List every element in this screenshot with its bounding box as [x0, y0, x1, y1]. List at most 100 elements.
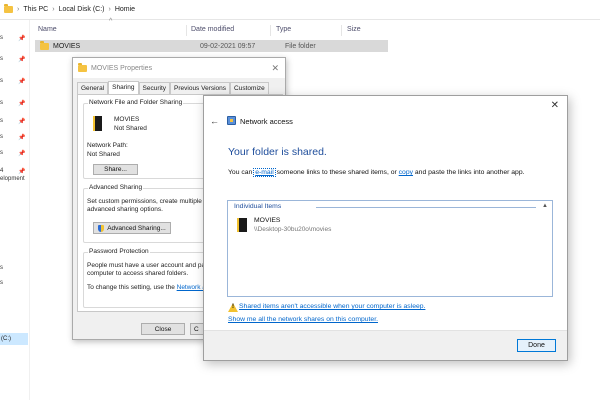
tab-previous-versions[interactable]: Previous Versions [170, 82, 231, 94]
advanced-desc-line2: advanced sharing options. [87, 206, 163, 213]
folder-icon [4, 4, 13, 13]
password-change-label: To change this setting, use the [87, 284, 175, 291]
sidebar-item[interactable]: s [0, 280, 3, 286]
done-button[interactable]: Done [517, 339, 556, 352]
advanced-sharing-label: Advanced Sharing... [107, 224, 166, 232]
file-type: File folder [285, 42, 316, 50]
advanced-desc-line1: Set custom permissions, create multiple … [87, 198, 211, 205]
network-share-icon [227, 116, 236, 125]
group-title: Password Protection [88, 248, 150, 255]
desc-text: someone links to these shared items, or [274, 169, 399, 176]
network-path-label: Network Path: [87, 142, 128, 149]
tab-customize[interactable]: Customize [230, 82, 269, 94]
close-button[interactable]: Close [141, 323, 185, 335]
copy-link[interactable]: copy [399, 169, 413, 176]
properties-tabs: General Sharing Security Previous Versio… [77, 81, 269, 94]
close-icon[interactable]: ✕ [551, 100, 559, 111]
column-divider[interactable] [186, 25, 187, 36]
password-desc-line1: People must have a user account and pa [87, 262, 206, 269]
sidebar-item[interactable]: s [0, 78, 3, 84]
sidebar-item[interactable]: s [0, 118, 3, 124]
column-header-size[interactable]: Size [347, 26, 361, 33]
file-date: 09-02-2021 09:57 [200, 42, 256, 50]
sort-caret-icon: ^ [109, 18, 113, 25]
pin-icon: 📌 [18, 169, 26, 175]
sidebar-item[interactable]: s [0, 56, 3, 62]
file-row-movies[interactable]: MOVIES 09-02-2021 09:57 File folder [35, 40, 388, 52]
individual-items-header[interactable]: Individual Items ▲ [228, 201, 552, 212]
sidebar-item[interactable]: elopment [0, 176, 25, 182]
shared-heading: Your folder is shared. [228, 146, 327, 158]
pin-icon: 📌 [18, 151, 26, 157]
navigation-pane[interactable]: s 📌 s 📌 s 📌 s 📌 s 📌 s 📌 s 📌 4 📌 elopment… [0, 20, 30, 400]
breadcrumb-this-pc[interactable]: This PC [23, 6, 48, 13]
network-path-value: Not Shared [87, 151, 120, 158]
address-bar[interactable]: › This PC › Local Disk (C:) › Homie [0, 0, 600, 20]
column-header-date[interactable]: Date modified [191, 26, 234, 33]
share-description: You can e-mail someone links to these sh… [228, 168, 525, 177]
chevron-right-icon: › [108, 6, 111, 13]
sidebar-item[interactable]: s [0, 35, 3, 41]
pin-icon: 📌 [18, 135, 26, 141]
close-icon[interactable]: ✕ [271, 63, 279, 74]
folder-icon [93, 116, 102, 131]
password-protection-group: Password Protection People must have a u… [83, 248, 209, 308]
folder-name: MOVIES [114, 116, 140, 123]
show-network-shares-link[interactable]: Show me all the network shares on this c… [228, 316, 378, 323]
folder-icon [40, 40, 49, 50]
folder-icon [237, 218, 247, 232]
header-divider [316, 207, 536, 208]
advanced-sharing-group: Advanced Sharing Set custom permissions,… [83, 184, 211, 243]
network-sharing-center-link[interactable]: Network a [177, 284, 206, 291]
pin-icon: 📌 [18, 119, 26, 125]
sidebar-item[interactable]: 4 [0, 168, 3, 174]
sidebar-item-local-disk[interactable]: (C:) [0, 333, 28, 345]
group-title: Network File and Folder Sharing [88, 99, 184, 106]
breadcrumb-homie[interactable]: Homie [115, 6, 135, 13]
column-header-type[interactable]: Type [276, 26, 291, 33]
advanced-sharing-button[interactable]: Advanced Sharing... [93, 222, 171, 234]
asleep-warning-link[interactable]: Shared items aren't accessible when your… [239, 303, 425, 310]
column-divider[interactable] [270, 25, 271, 36]
warning-icon [228, 303, 238, 312]
shared-item-path[interactable]: \\Desktop-30bu20o\movies [254, 226, 331, 233]
column-header-name[interactable]: Name [38, 26, 57, 33]
chevron-right-icon: › [17, 6, 20, 13]
chevron-up-icon[interactable]: ▲ [542, 201, 548, 212]
group-title: Advanced Sharing [88, 184, 144, 191]
dialog-footer: Done [204, 330, 567, 360]
tab-sharing[interactable]: Sharing [108, 81, 139, 94]
properties-titlebar[interactable]: MOVIES Properties [73, 58, 285, 78]
folder-icon [78, 62, 87, 72]
tab-security[interactable]: Security [138, 82, 171, 94]
share-button[interactable]: Share... [93, 164, 138, 175]
folder-share-status: Not Shared [114, 125, 147, 132]
file-name: MOVIES [53, 42, 81, 50]
network-sharing-group: Network File and Folder Sharing MOVIES N… [83, 99, 209, 179]
sidebar-item[interactable]: s [0, 134, 3, 140]
tab-general[interactable]: General [77, 82, 109, 94]
chevron-right-icon: › [52, 6, 55, 13]
password-desc-line2: computer to access shared folders. [87, 270, 189, 277]
properties-title: MOVIES Properties [91, 64, 153, 72]
column-divider[interactable] [341, 25, 342, 36]
breadcrumb-local-disk[interactable]: Local Disk (C:) [59, 6, 105, 13]
sidebar-item[interactable]: s [0, 150, 3, 156]
dialog-title: Network access [240, 117, 293, 126]
password-change-text: To change this setting, use the Network … [87, 284, 206, 291]
network-access-dialog: ✕ ← Network access Your folder is shared… [203, 95, 568, 361]
back-arrow-icon[interactable]: ← [210, 116, 219, 126]
shield-icon [98, 224, 105, 232]
desc-text: You can [228, 169, 255, 176]
desc-text: and paste the links into another app. [413, 169, 525, 176]
email-link[interactable]: e-mail [253, 168, 276, 177]
individual-items-list: Individual Items ▲ MOVIES \\Desktop-30bu… [227, 200, 553, 297]
shared-item-name[interactable]: MOVIES [254, 217, 280, 224]
pin-icon: 📌 [18, 79, 26, 85]
sidebar-item[interactable]: s [0, 100, 3, 106]
pin-icon: 📌 [18, 57, 26, 63]
cancel-button[interactable]: C [190, 323, 204, 335]
pin-icon: 📌 [18, 36, 26, 42]
sidebar-item[interactable]: s [0, 265, 3, 271]
pin-icon: 📌 [18, 101, 26, 107]
